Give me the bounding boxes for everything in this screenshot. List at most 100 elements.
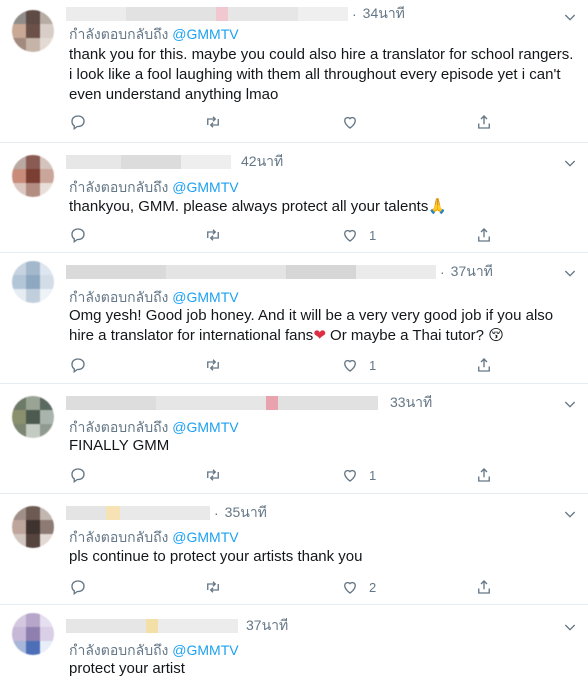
like-icon (344, 116, 356, 129)
chevron-down-icon[interactable] (562, 506, 578, 522)
replying-handle-link[interactable]: @GMMTV (172, 529, 238, 545)
tweet-text-line: i look like a fool laughing with them al… (69, 66, 561, 83)
share-button[interactable] (475, 112, 493, 132)
replying-to: กำลังตอบกลับถึง @GMMTV (69, 177, 239, 199)
tweet[interactable]: 37นาที กำลังตอบกลับถึง @GMMTV protect yo… (0, 605, 588, 681)
tweet[interactable]: · 37นาที กำลังตอบกลับถึง @GMMTV Omg yesh… (0, 253, 588, 384)
avatar[interactable] (12, 396, 54, 438)
redacted-display-name (66, 395, 378, 411)
tweet-time[interactable]: 37นาที (246, 615, 288, 637)
tweet-header: 42นาที (66, 153, 283, 171)
share-button[interactable] (475, 355, 493, 375)
replying-handle-link[interactable]: @GMMTV (172, 289, 238, 305)
reply-button[interactable] (69, 225, 87, 245)
like-count: 1 (369, 467, 377, 483)
chevron-down-icon[interactable] (562, 9, 578, 25)
redacted-display-name (66, 6, 348, 22)
avatar[interactable] (12, 613, 54, 655)
retweet-button[interactable] (204, 465, 222, 485)
retweet-icon (207, 581, 219, 593)
retweet-button[interactable] (204, 577, 222, 597)
tweet[interactable]: 33นาที กำลังตอบกลับถึง @GMMTV FINALLY GM… (0, 384, 588, 494)
like-button[interactable] (341, 112, 369, 132)
tweet[interactable]: · 34นาที กำลังตอบกลับถึง @GMMTV thank yo… (0, 0, 588, 143)
chevron-down-icon[interactable] (562, 396, 578, 412)
chevron-down-icon[interactable] (562, 265, 578, 281)
reply-icon (71, 228, 85, 244)
tweet-text: Omg yesh! Good job honey. And it will be… (69, 306, 579, 346)
tweet-text-line: thank you for this. maybe you could also… (69, 46, 574, 63)
share-button[interactable] (475, 577, 493, 597)
tweet-text-line: FINALLY GMM (69, 437, 170, 454)
replying-prefix: กำลังตอบกลับถึง (69, 529, 169, 545)
kissing-face-emoji: 😚 (488, 327, 504, 344)
tweet-actions (69, 112, 509, 132)
replying-handle-link[interactable]: @GMMTV (172, 419, 238, 435)
share-icon (478, 358, 490, 372)
reply-button[interactable] (69, 112, 87, 132)
like-button[interactable]: 2 (341, 577, 376, 597)
retweet-button[interactable] (204, 225, 222, 245)
replying-handle-link[interactable]: @GMMTV (172, 26, 238, 42)
share-button[interactable] (475, 465, 493, 485)
share-button[interactable] (475, 225, 493, 245)
retweet-button[interactable] (204, 355, 222, 375)
share-icon (478, 468, 490, 482)
tweet[interactable]: 42นาที กำลังตอบกลับถึง @GMMTV thankyou, … (0, 143, 588, 253)
replying-to: กำลังตอบกลับถึง @GMMTV (69, 527, 239, 549)
share-icon (478, 580, 490, 594)
like-button[interactable]: 1 (341, 355, 376, 375)
redacted-display-name (66, 618, 238, 634)
replying-prefix: กำลังตอบกลับถึง (69, 419, 169, 435)
replying-handle-link[interactable]: @GMMTV (172, 179, 238, 195)
replying-handle-link[interactable]: @GMMTV (172, 642, 238, 658)
red-heart-emoji: ❤ (313, 327, 326, 344)
like-icon (344, 229, 356, 242)
tweet-header: 37นาที (66, 617, 288, 635)
tweet-header: 33นาที (66, 394, 432, 412)
retweet-icon (207, 229, 219, 241)
like-icon (344, 581, 356, 594)
tweet-actions: 1 (69, 225, 509, 245)
retweet-icon (207, 116, 219, 128)
avatar[interactable] (12, 506, 54, 548)
redacted-display-name (66, 264, 436, 280)
tweet-actions: 1 (69, 355, 509, 375)
replying-prefix: กำลังตอบกลับถึง (69, 26, 169, 42)
replying-prefix: กำลังตอบกลับถึง (69, 179, 169, 195)
tweet-text: thank you for this. maybe you could also… (69, 45, 579, 105)
chevron-down-icon[interactable] (562, 619, 578, 635)
avatar[interactable] (12, 155, 54, 197)
avatar[interactable] (12, 261, 54, 303)
reply-icon (71, 115, 85, 131)
replying-to: กำลังตอบกลับถึง @GMMTV (69, 24, 239, 46)
folded-hands-emoji: 🙏 (428, 198, 448, 215)
tweet-text-line: pls continue to protect your artists tha… (69, 548, 363, 565)
tweet-text-segment: Or maybe a Thai tutor? (325, 327, 489, 344)
tweet-text: FINALLY GMM (69, 436, 579, 456)
reply-button[interactable] (69, 577, 87, 597)
tweet-time[interactable]: 37นาที (451, 261, 493, 283)
reply-button[interactable] (69, 355, 87, 375)
reply-icon (71, 468, 85, 484)
like-button[interactable]: 1 (341, 465, 376, 485)
retweet-button[interactable] (204, 112, 222, 132)
tweet-text-line: even understand anything lmao (69, 86, 279, 103)
tweet-text-line: thankyou, GMM. please always protect all… (69, 198, 429, 215)
tweet-time[interactable]: 33นาที (390, 392, 432, 414)
retweet-icon (207, 359, 219, 371)
retweet-icon (207, 469, 219, 481)
like-count: 2 (369, 579, 377, 595)
tweet-text-segment: hire a translator for international fans (69, 327, 314, 344)
like-icon (344, 469, 356, 482)
like-button[interactable]: 1 (341, 225, 376, 245)
tweet-time[interactable]: 35นาที (225, 502, 267, 524)
tweet-header: · 34นาที (66, 5, 405, 23)
tweet-header: · 37นาที (66, 263, 493, 281)
avatar[interactable] (12, 10, 54, 52)
reply-button[interactable] (69, 465, 87, 485)
tweet-time[interactable]: 42นาที (241, 151, 283, 173)
chevron-down-icon[interactable] (562, 155, 578, 171)
tweet[interactable]: · 35นาที กำลังตอบกลับถึง @GMMTV pls cont… (0, 494, 588, 605)
tweet-time[interactable]: 34นาที (363, 3, 405, 25)
